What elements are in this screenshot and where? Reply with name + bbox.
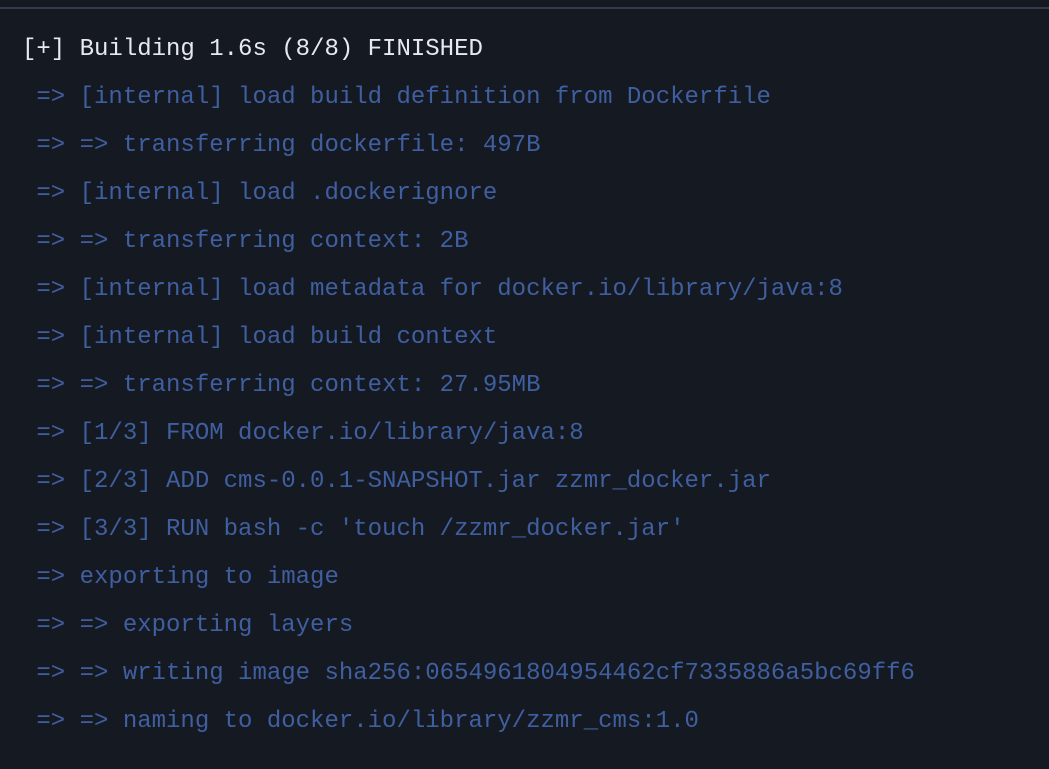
build-step-line: => => transferring dockerfile: 497B xyxy=(22,132,541,159)
build-step-line: => => transferring context: 2B xyxy=(22,228,469,255)
build-step-line: => [1/3] FROM docker.io/library/java:8 xyxy=(22,420,584,447)
build-step-line: => => writing image sha256:0654961804954… xyxy=(22,660,915,687)
build-step-line: => => naming to docker.io/library/zzmr_c… xyxy=(22,708,699,735)
build-step-line: => => exporting layers xyxy=(22,612,354,639)
build-step-line: => [internal] load build context xyxy=(22,324,498,351)
build-step-line: => [2/3] ADD cms-0.0.1-SNAPSHOT.jar zzmr… xyxy=(22,468,771,495)
build-step-line: => [internal] load .dockerignore xyxy=(22,180,498,207)
terminal-output: [+] Building 1.6s (8/8) FINISHED => [int… xyxy=(22,30,1049,750)
terminal-window[interactable]: [+] Building 1.6s (8/8) FINISHED => [int… xyxy=(0,0,1049,769)
build-step-line: => [internal] load build definition from… xyxy=(22,84,771,111)
build-step-line: => [3/3] RUN bash -c 'touch /zzmr_docker… xyxy=(22,516,685,543)
build-step-line: => exporting to image xyxy=(22,564,339,591)
top-divider xyxy=(0,7,1049,9)
build-step-line: => => transferring context: 27.95MB xyxy=(22,372,541,399)
build-summary-line: [+] Building 1.6s (8/8) FINISHED xyxy=(22,36,483,63)
build-step-line: => [internal] load metadata for docker.i… xyxy=(22,276,843,303)
